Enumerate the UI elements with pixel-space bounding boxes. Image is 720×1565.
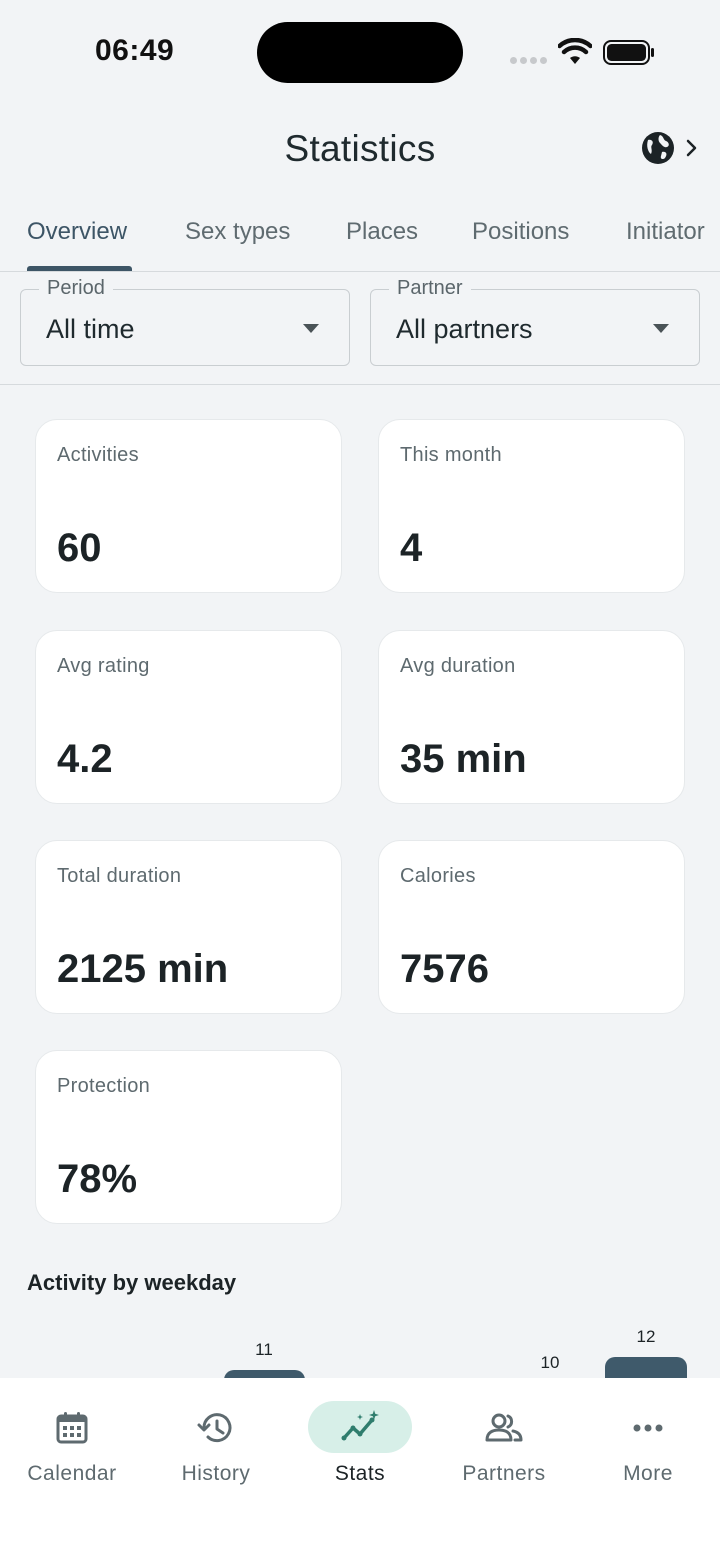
status-bar: 06:49 (0, 0, 720, 100)
history-icon (197, 1413, 232, 1443)
period-dropdown[interactable]: Period All time (20, 277, 350, 366)
stat-label: Activities (57, 444, 139, 466)
tab-overview[interactable]: Overview (27, 218, 127, 246)
partner-label: Partner (389, 277, 471, 300)
tab-sex-types[interactable]: Sex types (185, 218, 290, 246)
stat-card-protection: Protection 78% (35, 1050, 342, 1224)
stat-value: 78% (57, 1157, 138, 1201)
stat-card-total-duration: Total duration 2125 min (35, 840, 342, 1014)
stat-label: This month (400, 444, 502, 466)
partner-value: All partners (396, 314, 533, 344)
tab-places[interactable]: Places (346, 218, 418, 246)
partner-dropdown[interactable]: Partner All partners (370, 277, 700, 366)
bar-value-label: 12 (636, 1327, 656, 1346)
nav-more[interactable]: More (576, 1378, 720, 1498)
nav-partners[interactable]: Partners (432, 1378, 576, 1498)
period-label: Period (39, 277, 113, 300)
nav-label: History (181, 1462, 251, 1485)
calendar-icon (56, 1412, 88, 1444)
caret-down-icon (653, 324, 669, 333)
nav-label: More (623, 1462, 673, 1485)
stat-label: Avg rating (57, 655, 150, 677)
filter-divider (0, 384, 720, 385)
caret-down-icon (303, 324, 319, 333)
stat-card-calories: Calories 7576 (378, 840, 685, 1014)
chevron-right-icon[interactable] (684, 136, 700, 160)
nav-label: Stats (334, 1462, 386, 1485)
nav-history[interactable]: History (144, 1378, 288, 1498)
dynamic-island (257, 22, 463, 83)
stat-value: 7576 (400, 947, 489, 991)
nav-label: Partners (462, 1462, 546, 1485)
stats-icon (341, 1410, 379, 1441)
globe-icon[interactable] (640, 130, 676, 166)
battery-icon (603, 40, 654, 65)
more-icon (633, 1424, 663, 1432)
app-header: Statistics (0, 110, 720, 190)
cellular-signal-icon (510, 57, 548, 65)
stat-value: 35 min (400, 737, 527, 781)
stat-label: Protection (57, 1075, 151, 1097)
stat-value: 4.2 (57, 737, 113, 781)
weekday-bar-chart: 11 10 12 (0, 1310, 720, 1380)
wifi-icon (558, 38, 592, 64)
weekday-chart-title: Activity by weekday (27, 1270, 237, 1295)
page-title: Statistics (284, 128, 436, 169)
tab-active-indicator (27, 266, 132, 271)
stat-label: Calories (400, 865, 476, 887)
nav-label: Calendar (27, 1462, 117, 1485)
stat-card-activities: Activities 60 (35, 419, 342, 593)
nav-calendar[interactable]: Calendar (0, 1378, 144, 1498)
tab-bar: Overview Sex types Places Positions Init… (0, 200, 720, 272)
stat-card-avg-duration: Avg duration 35 min (378, 630, 685, 804)
bar-value-label: 11 (255, 1340, 273, 1359)
stat-label: Total duration (57, 865, 182, 887)
nav-stats[interactable]: Stats (288, 1378, 432, 1498)
bar-value-label: 10 (540, 1353, 560, 1372)
weekday-bar (605, 1357, 687, 1380)
tab-initiator[interactable]: Initiator (626, 218, 705, 246)
status-time: 06:49 (95, 34, 175, 67)
stat-value: 2125 min (57, 947, 229, 991)
tab-positions[interactable]: Positions (472, 218, 569, 246)
partners-icon (485, 1413, 523, 1442)
bottom-navigation: Calendar History Stats Partners More (0, 1378, 720, 1565)
stat-value: 4 (400, 526, 423, 570)
stat-label: Avg duration (400, 655, 516, 677)
stat-card-this-month: This month 4 (378, 419, 685, 593)
stat-card-avg-rating: Avg rating 4.2 (35, 630, 342, 804)
period-value: All time (46, 314, 135, 344)
stat-value: 60 (57, 526, 102, 570)
